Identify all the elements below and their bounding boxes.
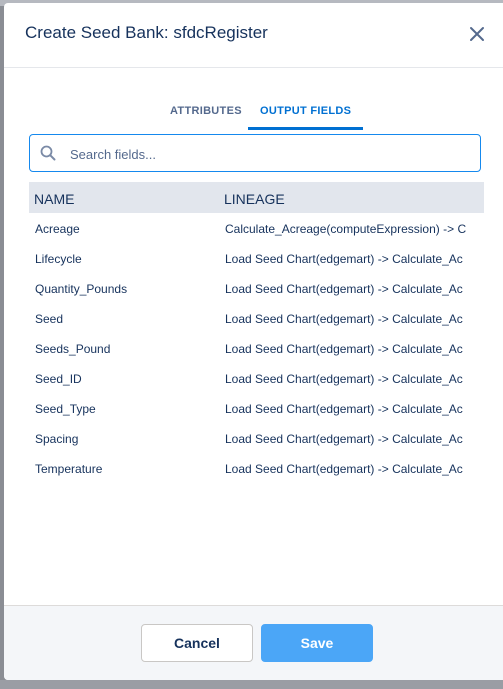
field-name: Spacing [35, 432, 79, 446]
field-name: Temperature [35, 462, 103, 476]
tab-bar: ATTRIBUTES OUTPUT FIELDS [4, 99, 503, 133]
create-seed-bank-modal: Create Seed Bank: sfdcRegister ATTRIBUTE… [4, 3, 503, 680]
field-lineage: Load Seed Chart(edgemart) -> Calculate_A… [225, 372, 463, 386]
column-header-name[interactable]: NAME [34, 191, 74, 207]
modal-footer: Cancel Save [4, 605, 503, 680]
table-header: NAME LINEAGE [29, 182, 484, 213]
table-row: Spacing Load Seed Chart(edgemart) -> Cal… [29, 423, 484, 453]
field-name: Seeds_Pound [35, 342, 111, 356]
field-lineage: Load Seed Chart(edgemart) -> Calculate_A… [225, 252, 463, 266]
field-lineage: Calculate_Acreage(computeExpression) -> … [225, 222, 467, 236]
close-button[interactable] [464, 23, 490, 49]
tab-attributes[interactable]: ATTRIBUTES [170, 105, 242, 127]
table-row: Seed_ID Load Seed Chart(edgemart) -> Cal… [29, 363, 484, 393]
field-lineage: Load Seed Chart(edgemart) -> Calculate_A… [225, 432, 463, 446]
modal-title: Create Seed Bank: sfdcRegister [25, 23, 268, 42]
column-header-lineage[interactable]: LINEAGE [224, 191, 285, 207]
output-fields-table: NAME LINEAGE Acreage Calculate_Acreage(c… [29, 182, 484, 483]
search-icon [40, 145, 56, 166]
search-field [29, 134, 481, 173]
field-lineage: Load Seed Chart(edgemart) -> Calculate_A… [225, 342, 463, 356]
modal-header: Create Seed Bank: sfdcRegister [4, 3, 503, 68]
field-name: Lifecycle [35, 252, 82, 266]
field-name: Acreage [35, 222, 80, 236]
table-row: Seed_Type Load Seed Chart(edgemart) -> C… [29, 393, 484, 423]
field-name: Seed_Type [35, 402, 96, 416]
save-button[interactable]: Save [261, 624, 373, 662]
table-row: Lifecycle Load Seed Chart(edgemart) -> C… [29, 243, 484, 273]
table-row: Quantity_Pounds Load Seed Chart(edgemart… [29, 273, 484, 303]
close-icon [469, 26, 485, 47]
table-row: Temperature Load Seed Chart(edgemart) ->… [29, 453, 484, 483]
cancel-button[interactable]: Cancel [141, 624, 253, 662]
field-name: Seed_ID [35, 372, 82, 386]
table-row: Acreage Calculate_Acreage(computeExpress… [29, 213, 484, 243]
table-row: Seed Load Seed Chart(edgemart) -> Calcul… [29, 303, 484, 333]
field-lineage: Load Seed Chart(edgemart) -> Calculate_A… [225, 402, 463, 416]
field-name: Quantity_Pounds [35, 282, 128, 296]
backdrop-bottom [0, 680, 503, 689]
field-lineage: Load Seed Chart(edgemart) -> Calculate_A… [225, 462, 463, 476]
tab-output-fields[interactable]: OUTPUT FIELDS [248, 105, 364, 130]
field-name: Seed [35, 312, 64, 326]
search-input[interactable] [68, 135, 472, 173]
table-row: Seeds_Pound Load Seed Chart(edgemart) ->… [29, 333, 484, 363]
field-lineage: Load Seed Chart(edgemart) -> Calculate_A… [225, 312, 463, 326]
field-lineage: Load Seed Chart(edgemart) -> Calculate_A… [225, 282, 463, 296]
